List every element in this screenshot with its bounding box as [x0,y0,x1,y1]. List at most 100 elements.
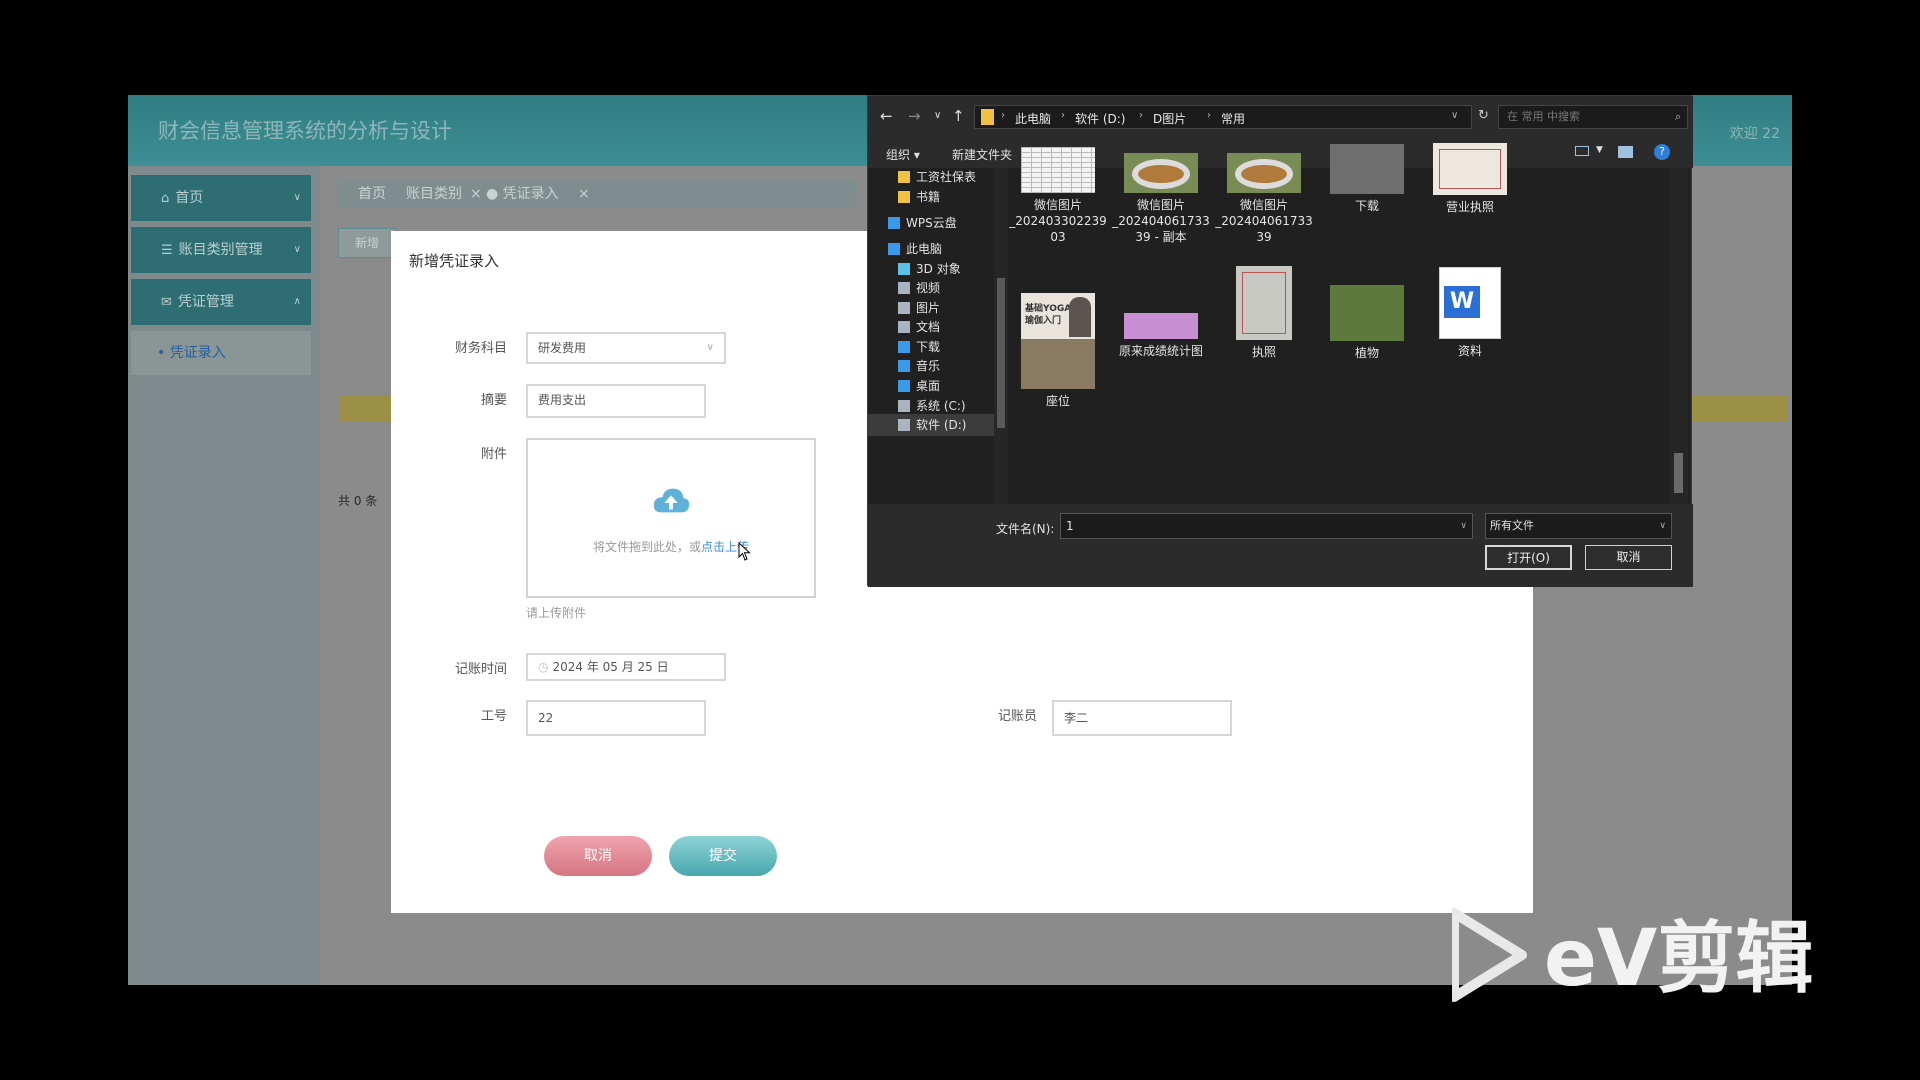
nav-scrollbar[interactable] [994,168,1008,504]
submit-button[interactable]: 提交 [669,836,777,876]
files-scrollbar-thumb[interactable] [1674,453,1683,493]
path-d-pictures[interactable]: D图片 [1153,110,1186,127]
cancel-button[interactable]: 取消 [544,836,652,876]
path-common[interactable]: 常用 [1221,110,1245,127]
app-title: 财会信息管理系统的分析与设计 [158,119,452,143]
certificate-thumb-icon [1236,266,1292,340]
food-thumb-icon [1227,153,1301,193]
search-input[interactable]: 在 常用 中搜索 ⌕ [1498,105,1688,129]
new-button[interactable]: 新增 [338,228,396,258]
open-button[interactable]: 打开(O) [1485,545,1572,570]
file-item[interactable]: 微信图片 _202404061733 39 - 副本 [1111,141,1211,251]
file-name: 微信图片 _202404061733 39 [1215,198,1313,244]
nav-item[interactable]: 音乐 [868,355,996,377]
spreadsheet-thumb-icon [1021,147,1095,193]
nav-item[interactable]: 软件 (D:) [868,414,996,436]
sidebar: ⌂ 首页 ∨ ☰ 账目类别管理 ∨ ✉ 凭证管理 ∧ • 凭证录入 [128,166,320,985]
nav-scrollbar-thumb[interactable] [997,278,1005,428]
back-arrow-icon[interactable]: ← [880,107,893,125]
office-thumb-icon [1021,339,1095,389]
file-item[interactable]: 营业执照 [1420,141,1520,251]
food-thumb-icon [1124,153,1198,193]
clerk-input[interactable]: 李二 [1052,700,1232,736]
employee-number-input[interactable]: 22 [526,700,706,736]
date-picker[interactable]: ◷ 2024 年 05 月 25 日 [526,653,726,681]
nav-item[interactable]: 视频 [868,277,996,299]
path-drive-d[interactable]: 软件 (D:) [1075,110,1125,127]
nav-item[interactable]: 桌面 [868,375,996,397]
sidebar-item-home[interactable]: ⌂ 首页 ∨ [131,175,311,221]
clock-icon: ◷ [538,660,549,674]
close-icon[interactable]: × [578,180,590,208]
help-icon[interactable]: ? [1654,144,1670,160]
home-icon: ⌂ [161,191,170,206]
chevron-down-icon: ∨ [293,244,301,255]
nav-item[interactable]: WPS云盘 [868,212,996,234]
street-thumb-icon [1330,144,1404,194]
filename-input[interactable]: 1 ∨ [1060,513,1473,539]
chevron-down-icon[interactable]: ∨ [1460,514,1467,538]
organize-menu[interactable]: 组织 ▾ [886,146,920,163]
tab-voucher-entry[interactable]: ● 凭证录入 [486,180,559,208]
path-this-pc[interactable]: 此电脑 [1015,110,1051,127]
file-name: 座位 [1045,394,1070,408]
file-item[interactable]: 原来成绩统计图 [1111,263,1211,373]
file-item[interactable]: 执照 [1214,263,1314,373]
dialog-cancel-button[interactable]: 取消 [1585,545,1672,570]
clerk-label: 记账员 [997,709,1037,724]
file-name: 营业执照 [1445,200,1494,214]
inbox-icon: ✉ [161,295,172,310]
file-item[interactable]: 座位 [1008,337,1108,408]
file-name: 微信图片 _202403302239 03 [1009,198,1107,244]
chevron-up-icon: ∧ [293,296,301,307]
new-folder-button[interactable]: 新建文件夹 [952,146,1012,163]
welcome-text: 欢迎 22 [1729,126,1780,142]
view-mode-icon[interactable] [1575,146,1589,156]
file-item[interactable]: 微信图片 _202404061733 39 [1214,141,1314,251]
subject-select[interactable]: 研发费用 ∨ [526,332,726,364]
refresh-icon[interactable]: ↻ [1478,108,1489,123]
upload-dropzone[interactable]: 将文件拖到此处，或点击上传 [526,438,816,598]
file-name: 植物 [1354,346,1379,360]
file-type-select[interactable]: 所有文件 ∨ [1485,513,1672,539]
nav-item[interactable]: 书籍 [868,186,996,208]
nav-item[interactable]: 工资社保表 [868,166,996,188]
close-icon[interactable]: × [470,180,482,208]
sidebar-item-account-category[interactable]: ☰ 账目类别管理 ∨ [131,227,311,273]
forward-arrow-icon[interactable]: → [908,107,921,125]
plant-thumb-icon [1330,285,1404,341]
file-item[interactable]: W 资料 [1420,263,1520,373]
sidebar-item-voucher[interactable]: ✉ 凭证管理 ∧ [131,279,311,325]
yoga-thumb-text: 基础YOGA 瑜伽入门 [1025,304,1072,326]
attachment-label: 附件 [480,447,507,462]
navigation-pane: 工资社保表 书籍 WPS云盘 此电脑 3D 对象 视频 图片 文档 下载 音乐 桌面 系统 (C:) 软… [868,168,996,504]
files-scrollbar[interactable] [1670,168,1688,504]
nav-item[interactable]: 文档 [868,316,996,338]
document-icon [898,321,910,333]
preview-pane-icon[interactable] [1618,146,1633,158]
file-item[interactable]: 下载 [1317,141,1417,251]
modal-title: 新增凭证录入 [409,252,500,270]
file-item[interactable]: 微信图片 _202403302239 03 [1008,141,1108,251]
address-bar[interactable]: › 此电脑 › 软件 (D:) › D图片 › 常用 ∨ [974,105,1472,129]
file-item[interactable]: 植物 [1317,263,1417,373]
tab-home[interactable]: 首页 [358,180,386,208]
tab-account-category[interactable]: 账目类别 [406,180,462,208]
up-arrow-icon[interactable]: ↑ [952,107,965,125]
chevron-down-icon[interactable]: ▼ [1596,145,1603,155]
yoga-thumb-icon: 基础YOGA 瑜伽入门 [1021,293,1095,339]
pc-icon [888,243,900,255]
recent-dropdown-icon[interactable]: ∨ [934,110,941,121]
filename-label: 文件名(N): [996,522,1055,536]
address-row: ← → ∨ ↑ › 此电脑 › 软件 (D:) › D图片 › 常用 ∨ ↻ 在… [868,96,1693,138]
cube-icon [898,263,910,275]
sidebar-subitem-voucher-entry[interactable]: • 凭证录入 [131,331,311,375]
desktop-icon [898,380,910,392]
employee-number-label: 工号 [480,709,507,724]
nav-item[interactable]: 此电脑 [868,238,996,260]
subject-label: 财务科目 [454,341,507,356]
chevron-down-icon[interactable]: ∨ [1451,110,1458,121]
summary-input[interactable]: 费用支出 [526,384,706,418]
folder-icon [898,171,910,183]
cloud-icon [888,217,900,229]
